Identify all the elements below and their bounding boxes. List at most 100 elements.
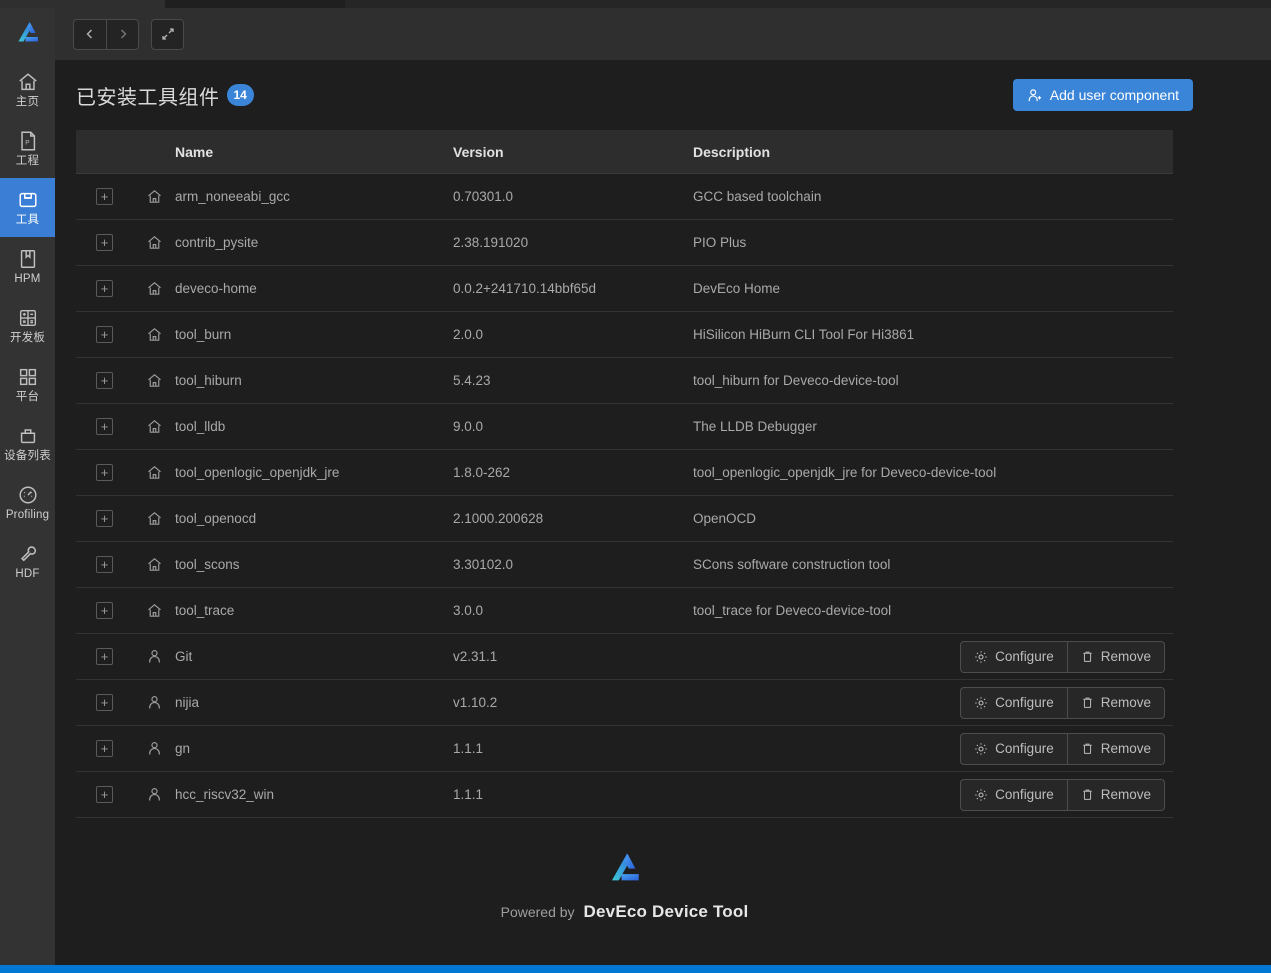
row-actions: Configure Remove	[960, 640, 1173, 673]
table-row[interactable]: + tool_hiburn 5.4.23 tool_hiburn for Deveco…	[76, 358, 1173, 404]
row-description: SCons software construction tool	[693, 557, 891, 572]
system-component-icon	[133, 234, 175, 251]
expand-row-button[interactable]: +	[96, 694, 113, 711]
table-row[interactable]: + tool_openlogic_openjdk_jre 1.8.0-262 tool…	[76, 450, 1173, 496]
gear-icon	[974, 742, 988, 756]
expand-row-button[interactable]: +	[96, 464, 113, 481]
table-body: + arm_noneeabi_gcc 0.70301.0 GCC based tool…	[76, 174, 1173, 818]
table-row[interactable]: + tool_scons 3.30102.0 SCons software const…	[76, 542, 1173, 588]
gear-icon	[974, 650, 988, 664]
sidebar-item-label: 工程	[15, 154, 40, 167]
row-version: v1.10.2	[453, 695, 498, 710]
configure-label: Configure	[995, 741, 1054, 756]
expand-row-button[interactable]: +	[96, 740, 113, 757]
table-row[interactable]: + Git v2.31.1 Configure Remove	[76, 634, 1173, 680]
window-top-strip	[0, 0, 1271, 8]
powered-by-label: Powered by	[500, 904, 575, 920]
table-row[interactable]: + deveco-home 0.0.2+241710.14bbf65d DevEco …	[76, 266, 1173, 312]
expand-row-button[interactable]: +	[96, 326, 113, 343]
sidebar-item-hpm[interactable]: HPM	[0, 237, 55, 296]
row-description: tool_hiburn for Deveco-device-tool	[693, 373, 899, 388]
deveco-logo-icon	[18, 22, 38, 42]
expand-row-button[interactable]: +	[96, 556, 113, 573]
table-row[interactable]: + gn 1.1.1 Configure Remove	[76, 726, 1173, 772]
statusbar-menu-icon[interactable]	[2, 965, 16, 973]
row-expand-cell: +	[76, 694, 133, 711]
table-row[interactable]: + contrib_pysite 2.38.191020 PIO Plus	[76, 220, 1173, 266]
table-row[interactable]: + nijia v1.10.2 Configure Remove	[76, 680, 1173, 726]
expand-row-button[interactable]: +	[96, 602, 113, 619]
row-description: GCC based toolchain	[693, 189, 822, 204]
statusbar-remote-icon[interactable]	[24, 965, 40, 973]
table-row[interactable]: + tool_burn 2.0.0 HiSilicon HiBurn CLI Tool…	[76, 312, 1173, 358]
sidebar-item-label: Profiling	[5, 508, 50, 521]
configure-button[interactable]: Configure	[960, 732, 1067, 765]
row-description: DevEco Home	[693, 281, 781, 296]
editor-tab-segment[interactable]	[165, 0, 345, 8]
row-description: HiSilicon HiBurn CLI Tool For Hi3861	[693, 327, 915, 342]
sidebar-item-profiling[interactable]: Profiling	[0, 473, 55, 532]
expand-row-button[interactable]: +	[96, 786, 113, 803]
expand-row-button[interactable]: +	[96, 648, 113, 665]
row-expand-cell: +	[76, 418, 133, 435]
configure-label: Configure	[995, 695, 1054, 710]
row-expand-cell: +	[76, 234, 133, 251]
navigation-toolbar	[55, 8, 1271, 60]
sidebar-item-device-list[interactable]: 设备列表	[0, 414, 55, 473]
configure-button[interactable]: Configure	[960, 686, 1067, 719]
gauge-icon	[18, 485, 37, 504]
row-name: tool_hiburn	[175, 373, 242, 388]
system-component-icon	[133, 326, 175, 343]
sidebar-item-tools[interactable]: 工具	[0, 178, 55, 237]
system-component-icon	[133, 280, 175, 297]
row-actions: Configure Remove	[960, 732, 1173, 765]
row-version: 1.1.1	[453, 741, 484, 756]
table-row[interactable]: + tool_openocd 2.1000.200628 OpenOCD	[76, 496, 1173, 542]
expand-row-button[interactable]: +	[96, 234, 113, 251]
row-name: nijia	[175, 695, 200, 710]
forward-button[interactable]	[106, 18, 139, 50]
sidebar-item-board[interactable]: 开发板	[0, 296, 55, 355]
header-version: Version	[453, 143, 504, 160]
gear-icon	[974, 696, 988, 710]
remove-label: Remove	[1100, 649, 1151, 664]
expand-row-button[interactable]: +	[96, 510, 113, 527]
expand-row-button[interactable]: +	[96, 418, 113, 435]
configure-button[interactable]: Configure	[960, 778, 1067, 811]
remove-button[interactable]: Remove	[1066, 686, 1165, 719]
remove-button[interactable]: Remove	[1066, 778, 1165, 811]
row-name: tool_lldb	[175, 419, 226, 434]
sidebar-item-project[interactable]: P 工程	[0, 119, 55, 178]
expand-row-button[interactable]: +	[96, 372, 113, 389]
sidebar-item-home[interactable]: 主页	[0, 60, 55, 119]
expand-row-button[interactable]: +	[96, 280, 113, 297]
row-name: tool_openlogic_openjdk_jre	[175, 465, 340, 480]
remove-button[interactable]: Remove	[1066, 732, 1165, 765]
add-user-component-button[interactable]: Add user component	[1012, 79, 1193, 111]
table-row[interactable]: + hcc_riscv32_win 1.1.1 Configure Remove	[76, 772, 1173, 818]
back-button[interactable]	[73, 18, 106, 50]
board-icon	[19, 309, 36, 326]
remove-button[interactable]: Remove	[1066, 640, 1165, 673]
table-row[interactable]: + tool_lldb 9.0.0 The LLDB Debugger	[76, 404, 1173, 450]
user-plus-icon	[1028, 88, 1041, 101]
brand-label: DevEco Device Tool	[583, 902, 749, 921]
expand-row-button[interactable]: +	[96, 188, 113, 205]
system-component-icon	[133, 510, 175, 527]
row-version: 1.1.1	[453, 787, 484, 802]
configure-button[interactable]: Configure	[960, 640, 1067, 673]
row-description: PIO Plus	[693, 235, 747, 250]
row-expand-cell: +	[76, 556, 133, 573]
table-row[interactable]: + tool_trace 3.0.0 tool_trace for Deveco-de…	[76, 588, 1173, 634]
application-window: 主页 P 工程 工具 HPM 开发板 平台 设备列表 Profiling HDF…	[0, 0, 1271, 973]
expand-button[interactable]	[151, 18, 184, 50]
system-component-icon	[133, 602, 175, 619]
configure-label: Configure	[995, 649, 1054, 664]
sidebar-item-hdf[interactable]: HDF	[0, 532, 55, 591]
sidebar-item-platform[interactable]: 平台	[0, 355, 55, 414]
header-name: Name	[175, 143, 214, 160]
installed-components-page: 已安装工具组件 14 Add user component Name Versi…	[76, 60, 1193, 922]
user-component-icon	[133, 648, 175, 665]
table-row[interactable]: + arm_noneeabi_gcc 0.70301.0 GCC based tool…	[76, 174, 1173, 220]
row-version: 1.8.0-262	[453, 465, 511, 480]
